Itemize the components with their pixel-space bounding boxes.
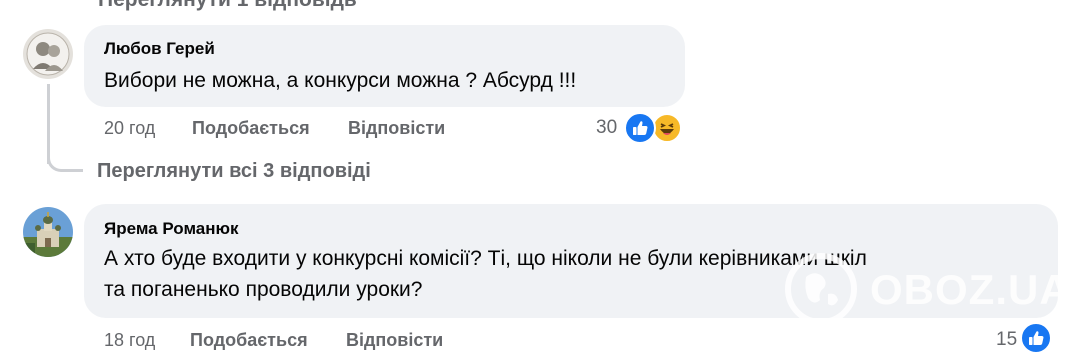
reactions-group[interactable] — [624, 112, 686, 144]
like-icon — [624, 112, 656, 144]
like-button[interactable]: Подобається — [192, 118, 310, 139]
comment-text-line: та поганенько проводили уроки? — [104, 278, 423, 301]
like-icon[interactable] — [1020, 322, 1052, 354]
reactions-count[interactable]: 15 — [996, 329, 1017, 351]
reply-button[interactable]: Відповісти — [348, 118, 445, 139]
avatar[interactable] — [23, 29, 73, 79]
avatar-church-icon — [23, 207, 73, 257]
globe-watermark-icon — [785, 253, 857, 325]
reply-button[interactable]: Відповісти — [346, 330, 443, 351]
haha-icon — [652, 113, 682, 143]
comment-timestamp[interactable]: 18 год — [104, 330, 155, 351]
comment-author[interactable]: Ярема Романюк — [104, 219, 239, 239]
avatar[interactable] — [23, 207, 73, 257]
view-replies-link-partial[interactable]: Переглянути 1 відповідь — [98, 0, 357, 12]
thread-connector-curve — [47, 148, 83, 172]
comment-text: Вибори не можна, а конкурси можна ? Абсу… — [104, 69, 577, 92]
reactions-count[interactable]: 30 — [596, 117, 617, 139]
comment-timestamp[interactable]: 20 год — [104, 118, 155, 139]
like-button[interactable]: Подобається — [190, 330, 308, 351]
comment-text-line: А хто буде входити у конкурсні комісії? … — [104, 247, 867, 270]
comment-bubble: Любов Герей Вибори не можна, а конкурси … — [84, 25, 685, 107]
watermark-text: OBOZ.UA — [870, 266, 1071, 313]
view-all-replies-link[interactable]: Переглянути всі 3 відповіді — [97, 160, 371, 183]
avatar-photo-icon — [23, 29, 73, 79]
comment-author[interactable]: Любов Герей — [104, 39, 215, 59]
